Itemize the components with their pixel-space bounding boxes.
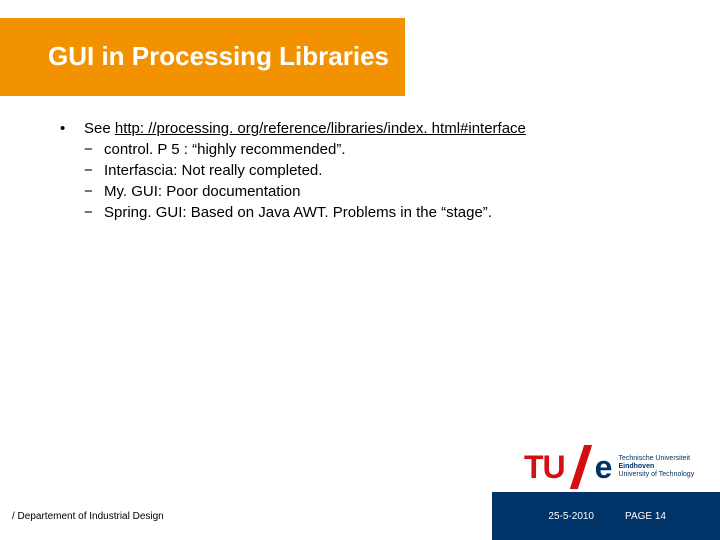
list-item: − control. P 5 : “highly recommended”. [84, 141, 680, 158]
bullet-main: • See http: //processing. org/reference/… [60, 120, 680, 137]
dash-icon: − [84, 162, 104, 179]
bullet-prefix: See [84, 120, 115, 137]
dash-icon: − [84, 141, 104, 158]
list-item: − Interfascia: Not really completed. [84, 162, 680, 179]
bullet-icon: • [60, 120, 84, 137]
list-item: − My. GUI: Poor documentation [84, 183, 680, 200]
logo-e: e [595, 449, 613, 486]
footer: / Departement of Industrial Design TU e … [0, 480, 720, 540]
slide-content: • See http: //processing. org/reference/… [60, 120, 680, 225]
logo-subtitle: Technische Universiteit Eindhoven Univer… [618, 455, 694, 478]
list-item-text: Spring. GUI: Based on Java AWT. Problems… [104, 204, 492, 221]
bullet-text: See http: //processing. org/reference/li… [84, 120, 526, 137]
department-label: / Departement of Industrial Design [12, 511, 164, 522]
list-item-text: Interfascia: Not really completed. [104, 162, 322, 179]
slide-date: 25-5-2010 [548, 511, 594, 522]
footer-strip [492, 492, 720, 540]
list-item-text: control. P 5 : “highly recommended”. [104, 141, 346, 158]
sub-list: − control. P 5 : “highly recommended”. −… [84, 141, 680, 221]
list-item-text: My. GUI: Poor documentation [104, 183, 300, 200]
dash-icon: − [84, 183, 104, 200]
dash-icon: − [84, 204, 104, 221]
title-bar: GUI in Processing Libraries [0, 18, 405, 96]
page-number: PAGE 14 [625, 511, 666, 522]
logo-tu: TU [524, 449, 565, 486]
university-logo: TU e Technische Universiteit Eindhoven U… [524, 442, 704, 492]
logo-slash-icon [567, 447, 597, 487]
slide-title: GUI in Processing Libraries [0, 42, 389, 72]
list-item: − Spring. GUI: Based on Java AWT. Proble… [84, 204, 680, 221]
reference-link[interactable]: http: //processing. org/reference/librar… [115, 120, 526, 137]
